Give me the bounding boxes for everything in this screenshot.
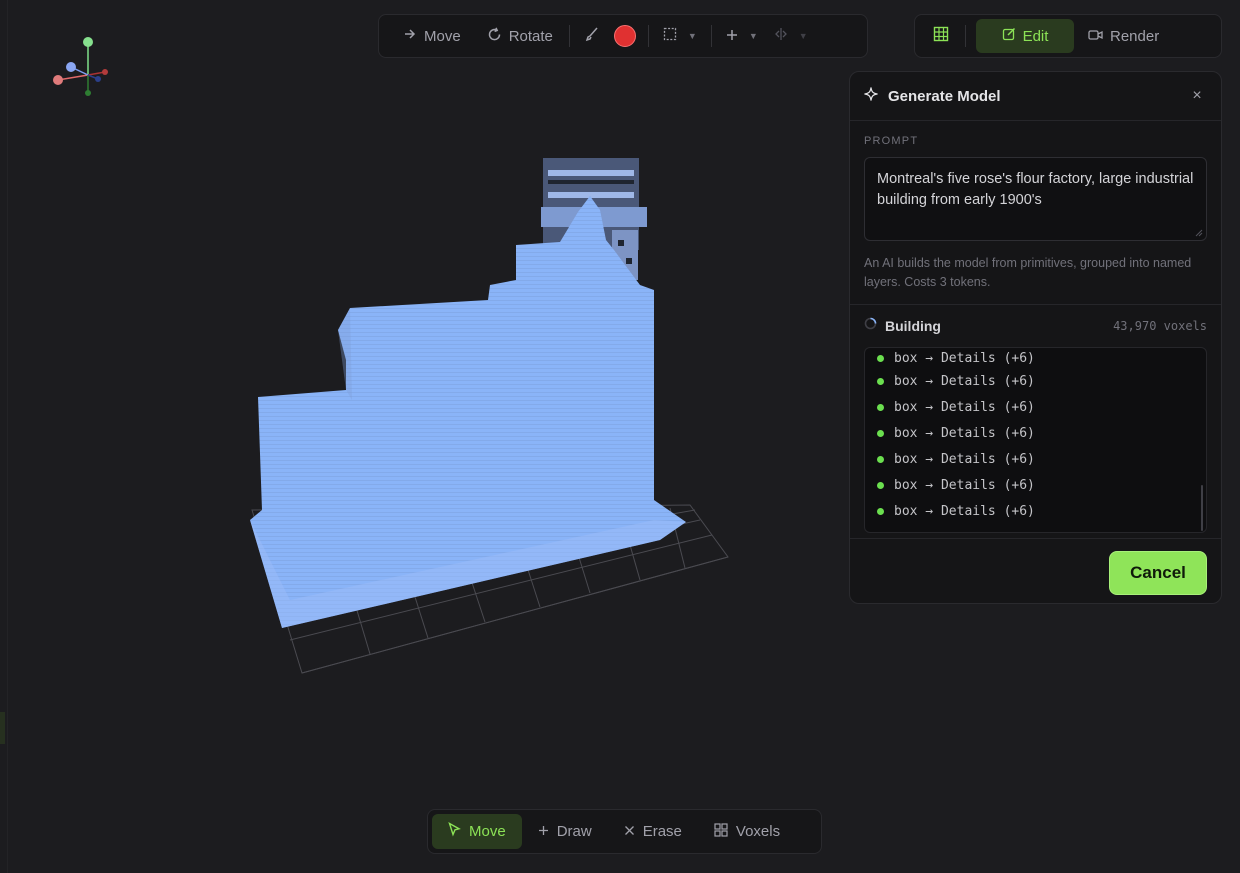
viewport-3d[interactable]: Move Rotate ▼ ▼ ▼ Edit Render Generate M… [0,0,1240,873]
generate-model-panel: Generate Model × PROMPT Montreal's five … [849,71,1222,604]
log-item: box → Details (+6) [877,472,1206,498]
move-mode-label: Move [469,823,506,840]
voxel-model[interactable] [0,0,840,700]
move-tool-button[interactable]: Move [393,20,471,52]
status-dot [877,429,884,437]
move-mode-button[interactable]: Move [432,814,522,849]
status-dot [877,377,884,385]
grid-toggle-button[interactable] [925,20,957,52]
voxels-label: Voxels [735,823,781,840]
edit-icon [1002,27,1016,45]
transform-toolbar: Move Rotate ▼ ▼ ▼ [378,14,868,58]
log-item: box → Details (+6) [877,348,1206,368]
chevron-down-icon: ▼ [748,31,758,41]
spinner-icon [864,317,877,335]
status-label: Building [885,318,941,334]
color-swatch[interactable] [613,25,636,47]
panel-title: Generate Model [888,87,1001,105]
build-log[interactable]: box → Details (+6) box → Details (+6) bo… [864,347,1207,533]
voxels-button[interactable]: Voxels [698,814,796,849]
camera-icon [1088,28,1103,45]
resize-handle-icon[interactable] [1195,229,1203,237]
log-item: box → Details (+6) [877,368,1206,394]
prompt-text: Montreal's five rose's flour factory, la… [877,171,1194,208]
edit-mode-button[interactable]: Edit [976,19,1074,53]
status-dot [877,354,884,362]
arrow-right-icon [403,27,417,45]
sidebar-indicator [0,712,5,744]
panel-header: Generate Model × [850,72,1221,121]
log-scrollbar[interactable] [1201,485,1203,531]
render-mode-label: Render [1110,27,1160,45]
close-icon[interactable]: × [1187,87,1207,105]
brush-button[interactable] [576,20,608,52]
log-text: box → Details (+6) [894,425,1035,441]
voxel-count: 43,970 voxels [1113,319,1207,333]
chevron-down-icon: ▼ [687,31,697,41]
status-dot [877,481,884,489]
log-text: box → Details (+6) [894,399,1035,415]
render-mode-button[interactable]: Render [1074,19,1173,53]
mirror-icon [774,27,788,45]
draw-mode-label: Draw [556,823,592,840]
log-text: box → Details (+6) [894,373,1035,389]
chevron-down-icon: ▼ [798,31,808,41]
cancel-button[interactable]: Cancel [1109,551,1207,595]
toolbar-divider [647,25,649,47]
mode-bar: Edit Render [914,14,1222,58]
log-item: box → Details (+6) [877,498,1206,524]
prompt-textarea[interactable]: Montreal's five rose's flour factory, la… [864,157,1207,241]
log-text: box → Details (+6) [894,451,1035,467]
plus-icon [726,28,738,45]
log-item: box → Details (+6) [877,394,1206,420]
status-dot [877,455,884,463]
cursor-icon [448,822,461,841]
mirror-dropdown[interactable]: ▼ [766,20,816,52]
rotate-tool-button[interactable]: Rotate [477,20,563,52]
prompt-label: PROMPT [864,135,919,147]
log-item: box → Details (+6) [877,446,1206,472]
toolbar-divider [710,25,712,47]
add-dropdown[interactable]: ▼ [718,20,766,52]
log-item: box → Details (+6) [877,420,1206,446]
rotate-tool-label: Rotate [508,27,553,45]
prompt-hint: An AI builds the model from primitives, … [864,256,1192,289]
move-tool-label: Move [424,27,461,45]
erase-x-icon [624,823,635,840]
build-status: Building 43,970 voxels [850,305,1221,347]
selection-dropdown[interactable]: ▼ [655,20,705,52]
brush-icon [584,26,600,46]
log-text: box → Details (+6) [894,350,1035,366]
grid-icon [933,26,949,47]
voxels-icon [714,822,728,841]
select-box-icon [663,27,677,45]
panel-footer: Cancel [850,538,1221,603]
edit-mode-label: Edit [1022,27,1049,45]
draw-mode-button[interactable]: Draw [522,814,608,849]
mode-divider [965,25,966,47]
status-dot [877,507,884,515]
log-text: box → Details (+6) [894,503,1035,519]
toolbar-divider [568,25,570,47]
edit-tools-bar: Move Draw Erase Voxels [427,809,822,854]
erase-mode-label: Erase [642,823,682,840]
erase-mode-button[interactable]: Erase [608,814,698,849]
rotate-icon [487,26,502,46]
sparkle-icon [864,86,878,106]
status-dot [877,403,884,411]
plus-icon [538,823,549,840]
log-text: box → Details (+6) [894,477,1035,493]
